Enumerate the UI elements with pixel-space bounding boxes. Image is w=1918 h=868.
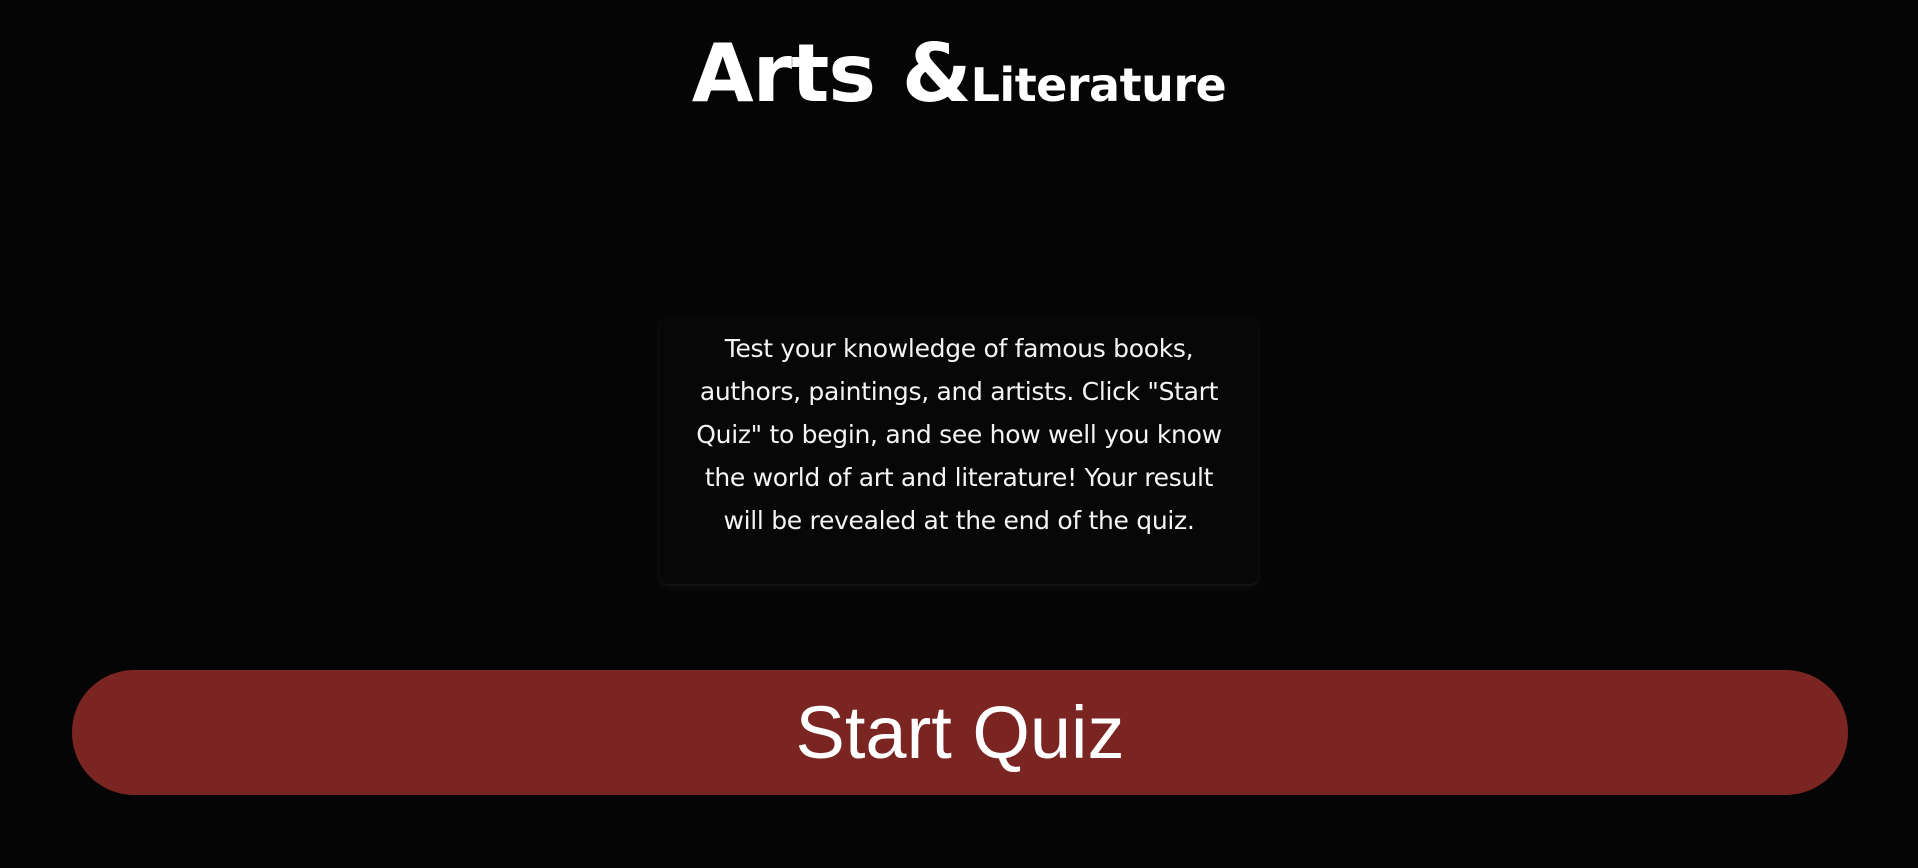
intro-card: Test your knowledge of famous books, aut…: [660, 318, 1258, 584]
start-quiz-button[interactable]: Start Quiz: [72, 670, 1848, 795]
page-title-main: Arts &: [691, 27, 972, 120]
page-title: Arts &Literature: [0, 34, 1918, 114]
intro-text: Test your knowledge of famous books, aut…: [696, 334, 1222, 535]
page-title-sub: Literature: [970, 58, 1227, 112]
